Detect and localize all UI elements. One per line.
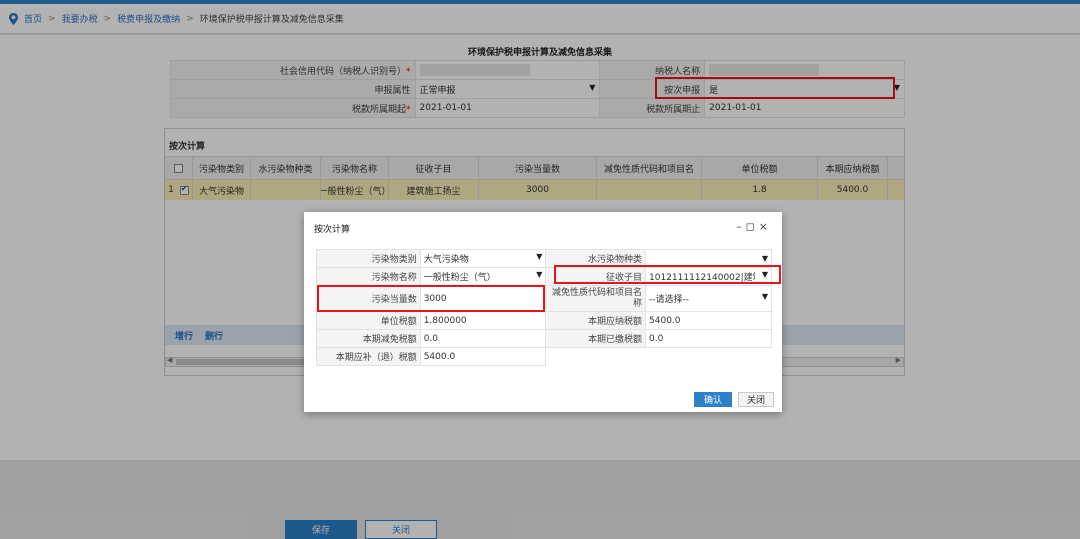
window-controls-icon[interactable]: –◻× [736, 220, 772, 233]
chevron-down-icon: ▼ [761, 292, 768, 301]
relief-tax-value: 0.0 [419, 329, 547, 348]
pollutant-name-label: 污染物名称 [316, 267, 421, 286]
chevron-down-icon: ▼ [761, 254, 768, 263]
sub-item-select[interactable]: 1012111112140002|建筑 ▼ [645, 267, 772, 286]
equivalent-amount-input[interactable]: 3000 [419, 285, 547, 312]
refund-tax-label: 本期应补（退）税额 [316, 347, 421, 366]
calc-dialog: 按次计算 –◻× 污染物类别 大气污染物 ▼ 水污染物种类 ▼ 污染物名称 一般性… [304, 212, 782, 412]
dialog-close-button[interactable]: 关闭 [738, 392, 774, 407]
relief-code-select[interactable]: --请选择-- ▼ [645, 285, 772, 312]
paid-tax-value: 0.0 [645, 329, 772, 348]
equivalent-amount-label: 污染当量数 [316, 285, 421, 312]
water-pollutant-type-label: 水污染物种类 [545, 249, 647, 268]
unit-tax-value: 1.800000 [419, 311, 547, 330]
dialog-form: 污染物类别 大气污染物 ▼ 水污染物种类 ▼ 污染物名称 一般性粉尘（气） ▼ 征收… [316, 249, 772, 366]
relief-tax-label: 本期减免税额 [316, 329, 421, 348]
sub-item-label: 征收子目 [545, 267, 647, 286]
relief-code-label: 减免性质代码和项目名称 [545, 285, 647, 312]
paid-tax-label: 本期已缴税额 [545, 329, 647, 348]
chevron-down-icon: ▼ [761, 270, 768, 279]
chevron-down-icon: ▼ [536, 252, 543, 261]
chevron-down-icon: ▼ [536, 270, 543, 279]
payable-tax-value: 5400.0 [645, 311, 772, 330]
pollutant-category-label: 污染物类别 [316, 249, 421, 268]
pollutant-category-select[interactable]: 大气污染物 ▼ [419, 249, 547, 268]
payable-tax-label: 本期应纳税额 [545, 311, 647, 330]
pollutant-name-select[interactable]: 一般性粉尘（气） ▼ [419, 267, 547, 286]
confirm-button[interactable]: 确认 [694, 392, 732, 407]
water-pollutant-type-select[interactable]: ▼ [645, 249, 772, 268]
empty-cell [545, 347, 772, 366]
unit-tax-label: 单位税额 [316, 311, 421, 330]
refund-tax-value: 5400.0 [419, 347, 547, 366]
dialog-title: 按次计算 [314, 225, 351, 235]
